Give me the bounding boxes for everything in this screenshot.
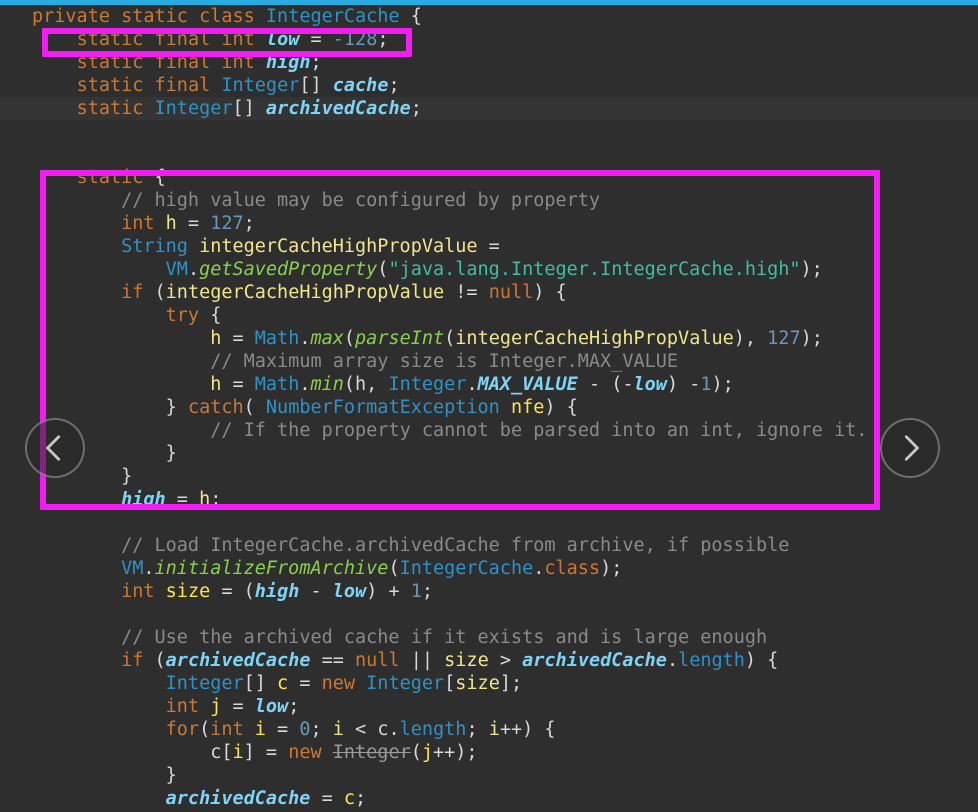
line-math-min[interactable]: h = Math.min(h, Integer.MAX_VALUE - (-lo…: [0, 373, 978, 396]
line-initfromarchive[interactable]: VM.initializeFromArchive(IntegerCache.cl…: [0, 557, 978, 580]
line-new-integer[interactable]: c[i] = new Integer(j++);: [0, 741, 978, 764]
line-new-array[interactable]: Integer[] c = new Integer[size];: [0, 672, 978, 695]
line-h-127[interactable]: int h = 127;: [0, 212, 978, 235]
line-catch-nfe[interactable]: } catch( NumberFormatException nfe) {: [0, 396, 978, 419]
line-size-calc[interactable]: int size = (high - low) + 1;: [0, 580, 978, 603]
line-high-decl[interactable]: static final int high;: [0, 51, 978, 74]
line-comment-highvalue[interactable]: // high value may be configured by prope…: [0, 189, 978, 212]
line-archivedcache-decl[interactable]: static Integer[] archivedCache;: [0, 97, 978, 120]
line-high-assign[interactable]: high = h;: [0, 488, 978, 511]
line-comment-usearchived[interactable]: // Use the archived cache if it exists a…: [0, 626, 978, 649]
line-comment-loadarchive[interactable]: // Load IntegerCache.archivedCache from …: [0, 534, 978, 557]
line-archivedcache-assign[interactable]: archivedCache = c;: [0, 787, 978, 810]
line-comment-maxarray[interactable]: // Maximum array size is Integer.MAX_VAL…: [0, 350, 978, 373]
line-cache-decl[interactable]: static final Integer[] cache;: [0, 74, 978, 97]
line-comment-ignore[interactable]: // If the property cannot be parsed into…: [0, 419, 978, 442]
line-for-loop[interactable]: for(int i = 0; i < c.length; i++) {: [0, 718, 978, 741]
carousel-next-button[interactable]: [880, 418, 940, 478]
line-blank-2[interactable]: [0, 143, 978, 166]
line-j-low[interactable]: int j = low;: [0, 695, 978, 718]
top-accent-bar: [0, 0, 978, 5]
line-static-init[interactable]: static {: [0, 166, 978, 189]
line-blank-3[interactable]: [0, 511, 978, 534]
line-if-notnull[interactable]: if (integerCacheHighPropValue != null) {: [0, 281, 978, 304]
line-low-decl[interactable]: static final int low = -128;: [0, 28, 978, 51]
chevron-left-icon: [46, 435, 61, 461]
line-try[interactable]: try {: [0, 304, 978, 327]
code-snippet-viewer: private static class IntegerCache { stat…: [0, 0, 978, 812]
line-close-catch[interactable]: }: [0, 442, 978, 465]
code-block: private static class IntegerCache { stat…: [0, 5, 978, 812]
carousel-prev-button[interactable]: [25, 418, 85, 478]
line-blank-1[interactable]: [0, 120, 978, 143]
line-string-prop-decl[interactable]: String integerCacheHighPropValue =: [0, 235, 978, 258]
line-class-decl[interactable]: private static class IntegerCache {: [0, 5, 978, 28]
line-blank-4[interactable]: [0, 603, 978, 626]
line-close-for[interactable]: }: [0, 764, 978, 787]
chevron-right-icon: [904, 435, 919, 461]
line-getsavedproperty[interactable]: VM.getSavedProperty("java.lang.Integer.I…: [0, 258, 978, 281]
line-if-archived[interactable]: if (archivedCache == null || size > arch…: [0, 649, 978, 672]
line-close-if[interactable]: }: [0, 465, 978, 488]
line-math-max[interactable]: h = Math.max(parseInt(integerCacheHighPr…: [0, 327, 978, 350]
